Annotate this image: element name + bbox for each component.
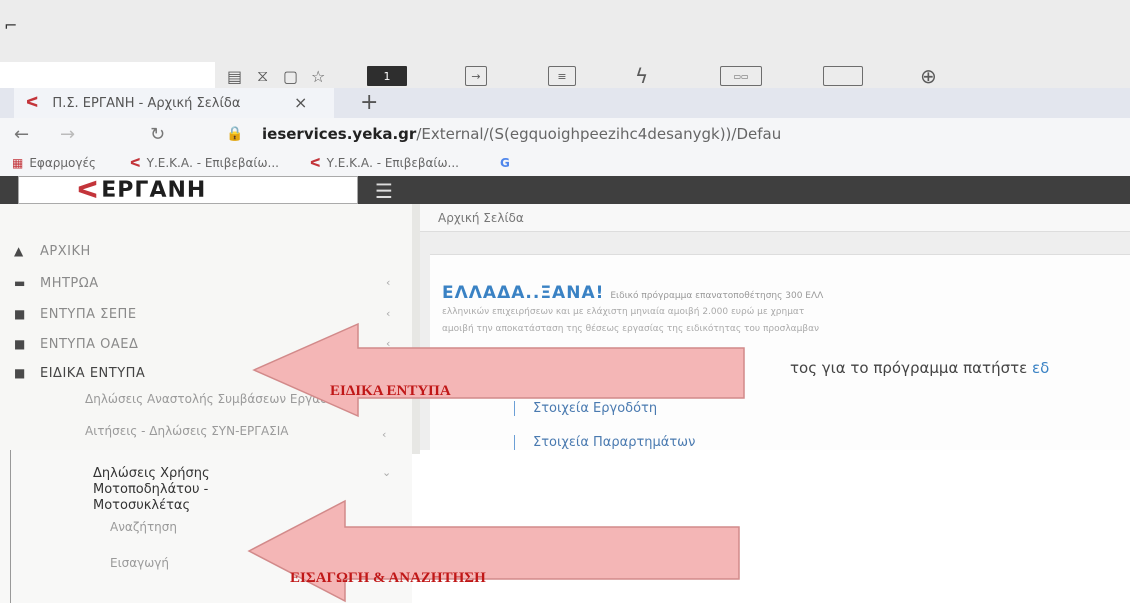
lock-icon: 🔒 bbox=[226, 126, 244, 142]
sidebar-item-registries[interactable]: ▬ ΜΗΤΡΩΑ ‹ bbox=[14, 276, 390, 291]
sidebar-border bbox=[10, 450, 11, 603]
hamburger-menu-icon[interactable]: ☰ bbox=[375, 179, 393, 203]
bookmarks-bar: ▦ Εφαρμογές ᐸ Υ.Ε.Κ.Α. - Επιβεβαίω... ᐸ Υ.Ε… bbox=[0, 152, 1130, 176]
app-header: ᐸ ΕΡΓΑΝΗ ☰ bbox=[0, 176, 1130, 204]
address-bar: ← → ↻ 🔒 ieservices.yeka.gr/External/(S(e… bbox=[0, 118, 1130, 152]
arrow-label-insert-search: ΕΙΣΑΓΩΓΗ & ΑΝΑΖΗΤΗΣΗ bbox=[290, 570, 486, 586]
bookmark-label: Υ.Ε.Κ.Α. - Επιβεβαίω... bbox=[146, 156, 279, 170]
url-path: /External/(S(egquoighpeezihc4desanygk))/… bbox=[416, 125, 782, 143]
chevron-icon: ‹ bbox=[386, 276, 391, 289]
logo-text: ΕΡΓΑΝΗ bbox=[101, 177, 207, 203]
monitor-icon[interactable] bbox=[823, 66, 863, 86]
url-host: ieservices.yeka.gr bbox=[262, 125, 417, 143]
sidebar-item-label: ΕΝΤΥΠΑ ΣΕΠΕ bbox=[40, 307, 137, 322]
ergani-favicon: ᐸ bbox=[130, 156, 141, 170]
folder-icon: ■ bbox=[14, 307, 26, 321]
breadcrumb: Αρχική Σελίδα bbox=[420, 204, 1130, 232]
chevron-icon: ‹ bbox=[382, 428, 387, 441]
ergani-favicon: ᐸ bbox=[310, 156, 321, 170]
banner-title-text: ΕΛΛΑΔΑ..ΞΑΝΑ! bbox=[442, 283, 605, 303]
sidebar-item-label: ΕΙΔΙΚΑ ΕΝΤΥΠΑ bbox=[40, 366, 146, 381]
program-line-text: τος για το πρόγραμμα πατήστε bbox=[790, 359, 1032, 377]
banner-text-1: Ειδικό πρόγραμμα επανατοποθέτησης 300 ΕΛ… bbox=[610, 291, 824, 301]
bookmark-label: Υ.Ε.Κ.Α. - Επιβεβαίω... bbox=[326, 156, 459, 170]
program-line: τος για το πρόγραμμα πατήστε εδ bbox=[790, 359, 1049, 377]
program-link[interactable]: εδ bbox=[1032, 359, 1049, 377]
apps-grid-icon: ▦ bbox=[12, 156, 24, 170]
ergani-logo-icon: ᐸ bbox=[77, 176, 100, 204]
ergani-logo[interactable]: ᐸ ΕΡΓΑΝΗ bbox=[18, 176, 358, 204]
sidebar-item-home[interactable]: ▲ ΑΡΧΙΚΗ bbox=[14, 244, 91, 259]
star-icon[interactable]: ☆ bbox=[311, 66, 325, 86]
reader-icon[interactable]: ▤ bbox=[227, 66, 242, 86]
annotation-arrow-special-forms bbox=[252, 322, 745, 418]
close-icon[interactable]: × bbox=[294, 93, 307, 112]
bookmark-yeka-2[interactable]: ᐸ Υ.Ε.Κ.Α. - Επιβεβαίω... bbox=[310, 156, 459, 170]
bookmark-yeka-1[interactable]: ᐸ Υ.Ε.Κ.Α. - Επιβεβαίω... bbox=[130, 156, 279, 170]
keyboard-icon[interactable]: ▭▭ bbox=[720, 66, 762, 86]
annotation-arrow-insert-search bbox=[247, 499, 740, 603]
badge-icon[interactable]: 1 bbox=[367, 66, 407, 86]
window-icon[interactable]: ▢ bbox=[283, 66, 298, 86]
url-field[interactable]: ieservices.yeka.gr/External/(S(egquoighp… bbox=[262, 125, 781, 143]
home-icon: ▲ bbox=[14, 244, 24, 258]
tab-title: Π.Σ. ΕΡΓΑΝΗ - Αρχική Σελίδα bbox=[52, 95, 241, 111]
banner-title: ΕΛΛΑΔΑ..ΞΑΝΑ! Ειδικό πρόγραμμα επανατοποθ… bbox=[442, 283, 823, 303]
bookmark-label: Εφαρμογές bbox=[29, 156, 96, 170]
folder-icon: ■ bbox=[14, 337, 26, 351]
sidebar-subitem-syn-ergasia[interactable]: Αιτήσεις - Δηλώσεις ΣΥΝ-ΕΡΓΑΣΙΑ bbox=[85, 425, 375, 438]
tab-ergani[interactable]: ᐸ Π.Σ. ΕΡΓΑΝΗ - Αρχική Σελίδα × bbox=[14, 88, 334, 118]
comment-icon[interactable]: ≡ bbox=[548, 66, 576, 86]
breadcrumb-home[interactable]: Αρχική Σελίδα bbox=[438, 211, 524, 225]
list-icon: ▬ bbox=[14, 276, 26, 290]
reload-icon[interactable]: ↻ bbox=[150, 124, 165, 145]
sidebar-item-label: ΕΝΤΥΠΑ ΟΑΕΔ bbox=[40, 337, 139, 352]
arrow-label-special-forms: ΕΙΔΙΚΑ ΕΝΤΥΠΑ bbox=[330, 383, 451, 399]
bookmark-google[interactable]: G bbox=[500, 156, 510, 170]
sidebar-item-label: ΜΗΤΡΩΑ bbox=[40, 276, 99, 291]
browser-toolbar: ▤ ⧖ ▢ ☆ 1 → ≡ ϟ ▭▭ ⊕ bbox=[215, 62, 1130, 88]
new-tab-button[interactable]: + bbox=[360, 90, 378, 115]
arrow-shape bbox=[252, 322, 745, 418]
folder-icon: ■ bbox=[14, 366, 26, 380]
banner-text-2: ελληνικών επιχειρήσεων και με ελάχιστη μ… bbox=[442, 307, 805, 317]
sidebar-item-special-forms[interactable]: ■ ΕΙΔΙΚΑ ΕΝΤΥΠΑ bbox=[14, 366, 145, 381]
chevron-down-icon: ⌄ bbox=[382, 466, 392, 479]
chevron-icon: ‹ bbox=[386, 307, 391, 320]
sidebar-leaf-search[interactable]: Αναζήτηση bbox=[110, 520, 177, 534]
sidebar-item-sepe[interactable]: ■ ΕΝΤΥΠΑ ΣΕΠΕ ‹ bbox=[14, 307, 390, 322]
sidebar-item-label: ΑΡΧΙΚΗ bbox=[40, 244, 91, 259]
sidebar-leaf-insert[interactable]: Εισαγωγή bbox=[110, 556, 169, 570]
back-icon[interactable]: ← bbox=[14, 124, 29, 145]
window-control-icon[interactable]: ⌐ bbox=[4, 16, 17, 35]
bookmark-apps[interactable]: ▦ Εφαρμογές bbox=[12, 156, 96, 170]
lightning-icon[interactable]: ϟ bbox=[635, 64, 648, 88]
window-titlebar: ⌐ bbox=[0, 0, 1130, 62]
login-icon[interactable]: → bbox=[465, 66, 487, 86]
shield-icon[interactable]: ⊕ bbox=[920, 64, 937, 88]
ergani-favicon: ᐸ bbox=[26, 95, 39, 111]
tab-bar: ᐸ Π.Σ. ΕΡΓΑΝΗ - Αρχική Σελίδα × + bbox=[0, 88, 1130, 118]
hourglass-icon[interactable]: ⧖ bbox=[257, 66, 268, 86]
sidebar-item-oaed[interactable]: ■ ΕΝΤΥΠΑ ΟΑΕΔ ‹ bbox=[14, 337, 390, 352]
link-branch-details[interactable]: Στοιχεία Παραρτημάτων bbox=[514, 435, 695, 450]
forward-icon[interactable]: → bbox=[60, 124, 75, 145]
